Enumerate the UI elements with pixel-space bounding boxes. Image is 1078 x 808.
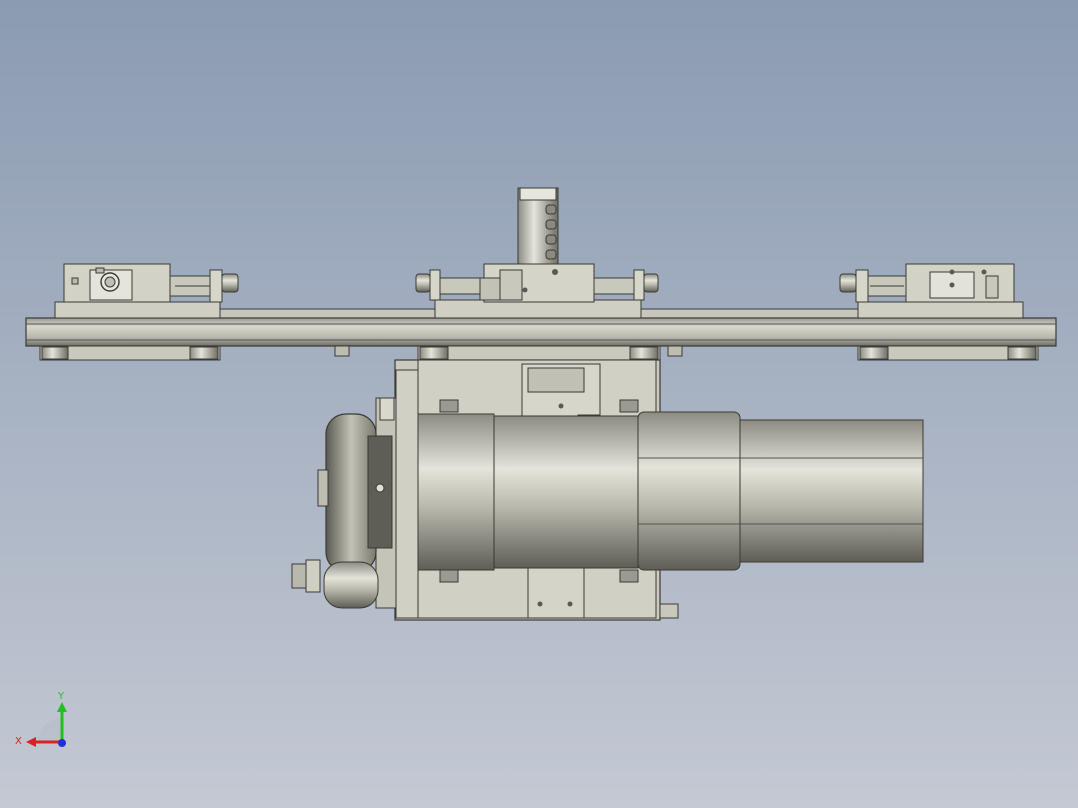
- coordinate-triad: X Y: [15, 691, 67, 747]
- y-axis-label: Y: [57, 691, 65, 702]
- cad-model-view[interactable]: X Y: [0, 0, 1078, 808]
- x-axis-label: X: [15, 736, 22, 747]
- x-axis-arrow-icon: [26, 737, 36, 747]
- triad-plane-icon: [38, 718, 62, 742]
- cad-viewport[interactable]: X Y: [0, 0, 1078, 808]
- fixture-left[interactable]: [54, 263, 239, 319]
- plate-support-feet: [39, 345, 1039, 361]
- drive-pulley[interactable]: [291, 369, 419, 619]
- gear-motor[interactable]: [417, 411, 924, 571]
- fixture-right[interactable]: [839, 263, 1024, 319]
- fixture-center[interactable]: [415, 187, 659, 319]
- y-axis-arrow-icon: [57, 702, 67, 712]
- z-axis-icon: [58, 739, 66, 747]
